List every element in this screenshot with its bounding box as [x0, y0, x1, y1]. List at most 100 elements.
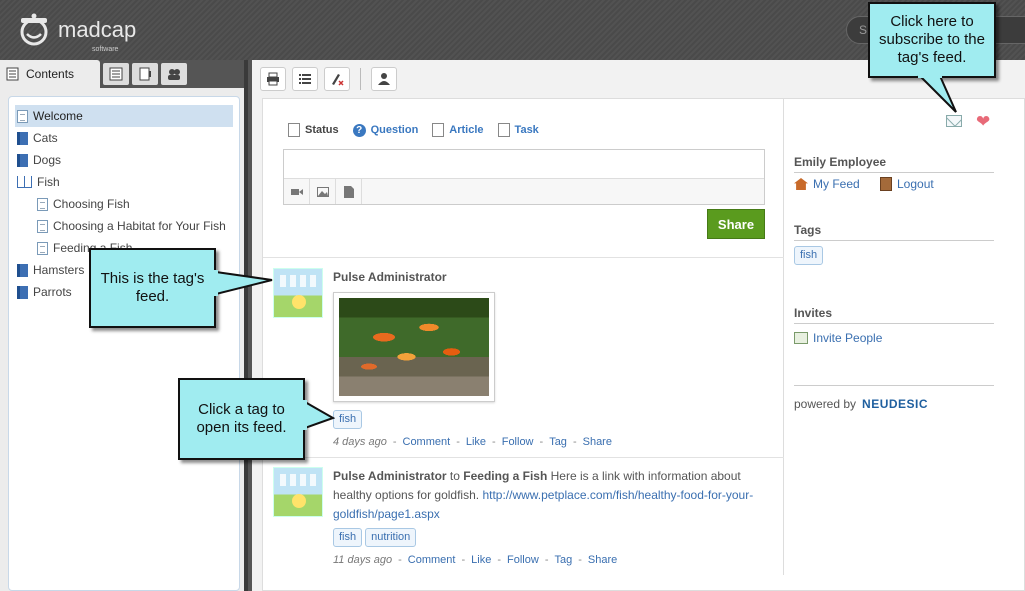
tab-contents[interactable]: Contents: [0, 60, 100, 88]
tags-heading: Tags: [794, 223, 994, 241]
share-link[interactable]: Share: [588, 554, 617, 566]
book-icon: [17, 285, 28, 299]
like-link[interactable]: Like: [471, 554, 491, 566]
sidebar-divider: [794, 385, 994, 386]
comment-link[interactable]: Comment: [403, 436, 451, 448]
feed-post: Pulse Administrator to Feeding a Fish He…: [263, 457, 784, 575]
pulse-content: Status ? Question Article Task Share Puls…: [262, 98, 1025, 591]
pulse-sidebar: ❤ Emily Employee My Feed Logout Tags fis…: [794, 99, 994, 575]
toc-item-choosing-fish[interactable]: Choosing Fish: [15, 193, 233, 215]
tab-browse[interactable]: [161, 63, 187, 85]
toc-item-choosing-habitat[interactable]: Choosing a Habitat for Your Fish: [15, 215, 233, 237]
contents-icon: [6, 67, 19, 81]
invite-people-link[interactable]: Invite People: [794, 331, 882, 345]
tab-task[interactable]: Task: [497, 123, 539, 137]
video-icon: [290, 188, 303, 195]
follow-link[interactable]: Follow: [507, 554, 539, 566]
tab-index[interactable]: [103, 63, 129, 85]
tag-link[interactable]: Tag: [549, 436, 567, 448]
tag-nutrition[interactable]: nutrition: [365, 528, 417, 547]
page-icon: [37, 219, 48, 233]
post-image[interactable]: [333, 292, 495, 402]
page-icon: [37, 241, 48, 255]
callout-click-tag: Click a tag to open its feed.: [178, 378, 305, 460]
browse-icon: [168, 69, 180, 80]
print-icon: [267, 72, 279, 86]
toc-item-dogs[interactable]: Dogs: [15, 149, 233, 171]
clear-highlight-icon: [332, 74, 344, 86]
follow-link[interactable]: Follow: [502, 436, 534, 448]
tag-fish[interactable]: fish: [333, 410, 363, 429]
toc-item-cats[interactable]: Cats: [15, 127, 233, 149]
open-book-icon: [17, 176, 32, 188]
share-link[interactable]: Share: [583, 436, 612, 448]
tab-glossary[interactable]: [132, 63, 158, 85]
tag-fish[interactable]: fish: [794, 246, 824, 265]
post-meta: 4 days ago - Comment - Like - Follow - Tag - Share: [333, 436, 612, 448]
page-icon: [37, 197, 48, 211]
tab-article[interactable]: Article: [432, 123, 484, 137]
toc-icon: [299, 74, 311, 84]
toc-item-label: Fish: [37, 175, 60, 189]
glossary-icon: [139, 67, 151, 81]
composer-attachments: [284, 178, 764, 204]
logout-label: Logout: [897, 177, 934, 191]
callout-click-tag-pointer: [301, 400, 335, 430]
task-icon: [497, 123, 510, 137]
tab-question[interactable]: ? Question: [352, 123, 418, 137]
composer-tabs: Status ? Question Article Task: [288, 123, 539, 137]
tag-link[interactable]: Tag: [554, 554, 572, 566]
print-button[interactable]: [260, 67, 286, 91]
toc-item-label: Choosing Fish: [53, 197, 130, 211]
tab-article-label: Article: [449, 124, 484, 136]
toc-item-label: Cats: [33, 131, 58, 145]
logout-link[interactable]: Logout: [880, 177, 934, 191]
tag-fish[interactable]: fish: [333, 528, 363, 547]
clear-highlight-button[interactable]: [324, 67, 350, 91]
attach-video-button[interactable]: [284, 179, 310, 204]
toolbar-divider: [360, 68, 361, 90]
main-pane: Status ? Question Article Task Share Puls…: [252, 60, 1025, 591]
attach-file-button[interactable]: [336, 179, 362, 204]
goldfish-photo: [339, 298, 489, 396]
subscribe-email-icon[interactable]: [946, 115, 962, 127]
toc-item-welcome[interactable]: Welcome: [15, 105, 233, 127]
post-author[interactable]: Pulse Administrator: [333, 469, 447, 483]
status-icon: [288, 123, 300, 137]
attach-image-button[interactable]: [310, 179, 336, 204]
powered-by-text: powered by: [794, 397, 857, 411]
neudesic-logo[interactable]: NEUDESIC: [862, 397, 928, 411]
madcap-logo[interactable]: madcap software: [18, 12, 137, 53]
heart-icon[interactable]: ❤: [976, 113, 994, 130]
nav-tabs: Contents: [0, 60, 244, 88]
index-icon: [109, 67, 123, 81]
page-icon: [17, 109, 28, 123]
toc-item-fish[interactable]: Fish: [15, 171, 233, 193]
login-button[interactable]: [371, 67, 397, 91]
toc-item-label: Welcome: [33, 109, 83, 123]
brand-subtitle: software: [92, 46, 119, 53]
image-icon: [316, 186, 329, 197]
my-feed-link[interactable]: My Feed: [794, 177, 860, 191]
status-input[interactable]: [283, 149, 765, 205]
avatar[interactable]: [273, 467, 323, 517]
file-icon: [343, 185, 354, 198]
share-button[interactable]: Share: [707, 209, 765, 239]
callout-tag-feed: This is the tag's feed.: [89, 248, 216, 328]
comment-link[interactable]: Comment: [408, 554, 456, 566]
toc-item-label: Hamsters: [33, 263, 85, 277]
post-author[interactable]: Pulse Administrator: [333, 270, 447, 284]
toc-button[interactable]: [292, 67, 318, 91]
callout-subscribe-pointer: [917, 70, 957, 113]
toc-item-label: Parrots: [33, 285, 72, 299]
book-icon: [17, 153, 28, 167]
post-body: Pulse Administrator to Feeding a Fish He…: [333, 467, 769, 524]
madcap-logo-icon: [18, 12, 54, 48]
like-link[interactable]: Like: [466, 436, 486, 448]
invite-people-label: Invite People: [813, 331, 883, 345]
post-target[interactable]: Feeding a Fish: [463, 469, 547, 483]
sidebar-tags: fish: [794, 246, 826, 265]
tab-status[interactable]: Status: [288, 123, 339, 137]
brand-name: madcap: [58, 17, 137, 42]
avatar[interactable]: [273, 268, 323, 318]
